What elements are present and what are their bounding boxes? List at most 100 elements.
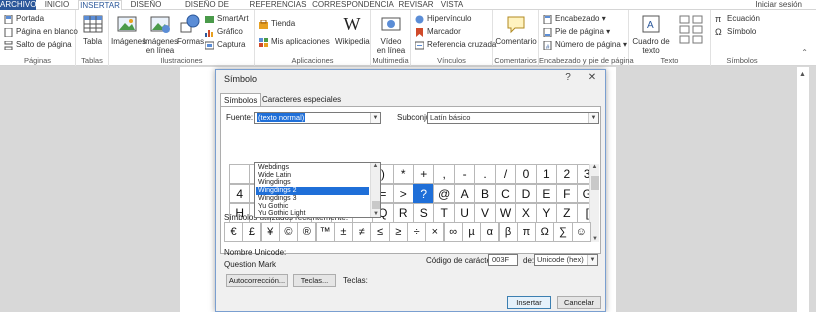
collapse-ribbon-icon[interactable]: ⌃ xyxy=(801,48,808,57)
recent-symbol-cell[interactable]: α xyxy=(480,222,500,242)
blank-page-button[interactable]: Página en blanco xyxy=(4,26,78,38)
cancel-button[interactable]: Cancelar xyxy=(557,296,601,309)
signin-link[interactable]: Iniciar sesión xyxy=(755,0,802,10)
store-button[interactable]: Tienda xyxy=(259,18,295,30)
recent-symbol-cell[interactable]: ÷ xyxy=(407,222,427,242)
online-video-button[interactable]: Vídeo en línea xyxy=(374,13,408,55)
symbol-cell[interactable]: + xyxy=(413,164,435,184)
my-apps-button[interactable]: Mis aplicaciones xyxy=(259,36,330,48)
symbol-cell[interactable]: D xyxy=(515,183,537,203)
font-option[interactable]: Yu Gothic Light xyxy=(256,210,369,218)
recent-symbol-cell[interactable]: ≥ xyxy=(388,222,408,242)
autocorrect-button[interactable]: Autocorrección... xyxy=(226,274,288,287)
font-combo[interactable]: (texto normal) ▼ xyxy=(254,112,381,124)
pictures-button[interactable]: Imágenes xyxy=(111,13,146,46)
chevron-down-icon[interactable]: ▼ xyxy=(588,113,598,123)
online-pictures-button[interactable]: Imágenes en línea xyxy=(143,13,178,55)
recent-symbol-cell[interactable]: ± xyxy=(333,222,353,242)
font-dropdown-scrollbar[interactable]: ▲ ▼ xyxy=(370,163,380,217)
symbol-cell[interactable] xyxy=(229,164,251,184)
symbol-cell[interactable]: S xyxy=(413,203,435,223)
symbol-cell[interactable]: 4 xyxy=(229,183,251,203)
cross-reference-button[interactable]: Referencia cruzada xyxy=(414,39,496,51)
smartart-button[interactable]: SmartArt xyxy=(205,13,249,25)
recent-symbol-cell[interactable]: × xyxy=(425,222,445,242)
recent-symbol-cell[interactable]: Ω xyxy=(535,222,555,242)
symbol-cell[interactable]: - xyxy=(453,164,476,184)
shapes-button[interactable]: Formas xyxy=(177,13,204,46)
comment-button[interactable]: Comentario xyxy=(495,13,537,46)
portada-button[interactable]: Portada xyxy=(4,13,44,25)
hyperlink-button[interactable]: Hipervínculo xyxy=(415,13,471,25)
chevron-down-icon[interactable]: ▼ xyxy=(587,255,597,265)
footer-button[interactable]: Pie de página ▾ xyxy=(543,26,610,38)
symbol-cell[interactable]: 2 xyxy=(556,164,578,184)
tab-correspondencia[interactable]: CORRESPONDENCIA xyxy=(312,0,394,10)
equation-button[interactable]: π Ecuación xyxy=(715,13,760,25)
scroll-down-icon[interactable]: ▼ xyxy=(590,236,600,242)
text-box-button[interactable]: A Cuadro de texto xyxy=(631,13,671,55)
table-button[interactable]: Tabla xyxy=(80,13,105,46)
recent-symbol-cell[interactable]: € xyxy=(224,222,244,242)
scroll-up-icon[interactable]: ▲ xyxy=(799,71,807,79)
tab-referencias[interactable]: REFERENCIAS xyxy=(248,0,308,10)
recent-symbol-cell[interactable]: π xyxy=(516,222,536,242)
symbol-cell[interactable]: Z xyxy=(556,203,578,223)
symbol-cell[interactable]: > xyxy=(392,183,414,203)
chevron-down-icon[interactable]: ▼ xyxy=(370,113,380,123)
symbol-cell[interactable]: R xyxy=(392,203,414,223)
recent-symbol-cell[interactable]: ≤ xyxy=(370,222,390,242)
symbol-cell[interactable]: Y xyxy=(535,203,558,223)
tab-diseno[interactable]: DISEÑO xyxy=(126,0,166,10)
symbol-button[interactable]: Ω Símbolo xyxy=(715,26,756,38)
tab-vista[interactable]: VISTA xyxy=(438,0,466,10)
symbol-cell[interactable]: W xyxy=(494,203,517,223)
wikipedia-button[interactable]: W Wikipedia xyxy=(335,13,370,46)
tab-diseno-pagina[interactable]: DISEÑO DE PÁGINA xyxy=(170,0,244,19)
symbol-cell[interactable]: E xyxy=(535,183,558,203)
header-button[interactable]: Encabezado ▾ xyxy=(543,13,606,25)
recent-symbol-cell[interactable]: β xyxy=(498,222,518,242)
close-button[interactable]: ✕ xyxy=(585,72,599,83)
recent-symbol-cell[interactable]: ∞ xyxy=(443,222,463,242)
tab-inicio[interactable]: INICIO xyxy=(40,0,74,10)
insert-button[interactable]: Insertar xyxy=(507,296,551,309)
symbol-cell[interactable]: V xyxy=(474,203,496,223)
tab-revisar[interactable]: REVISAR xyxy=(398,0,434,10)
recent-symbol-cell[interactable]: ® xyxy=(297,222,317,242)
scroll-down-icon[interactable]: ▼ xyxy=(371,211,381,217)
tab-archivo[interactable]: ARCHIVO xyxy=(0,0,36,10)
from-combo[interactable]: Unicode (hex) ▼ xyxy=(534,254,598,266)
scroll-thumb[interactable] xyxy=(591,176,599,190)
recent-symbol-cell[interactable]: ☺ xyxy=(571,222,591,242)
help-button[interactable]: ? xyxy=(561,72,575,83)
document-vertical-scrollbar[interactable]: ▲ xyxy=(797,67,809,312)
symbol-cell[interactable]: T xyxy=(433,203,455,223)
recent-symbol-cell[interactable]: £ xyxy=(242,222,262,242)
page-break-button[interactable]: Salto de página xyxy=(4,39,72,51)
symbol-cell[interactable]: C xyxy=(494,183,517,203)
recent-symbol-cell[interactable]: ™ xyxy=(315,222,335,242)
shortcut-key-button[interactable]: Teclas... xyxy=(293,274,336,287)
recent-symbol-cell[interactable]: © xyxy=(278,222,299,242)
symbol-cell[interactable]: , xyxy=(433,164,455,184)
recent-symbol-cell[interactable]: µ xyxy=(461,222,482,242)
symbol-cell[interactable]: / xyxy=(494,164,517,184)
symbol-cell[interactable]: X xyxy=(515,203,537,223)
symbol-cell[interactable]: A xyxy=(453,183,476,203)
scroll-up-icon[interactable]: ▲ xyxy=(371,163,380,169)
symbol-cell[interactable]: F xyxy=(556,183,578,203)
symbol-cell[interactable]: . xyxy=(474,164,496,184)
symbol-cell[interactable]: ? xyxy=(413,183,435,203)
tab-caracteres-especiales[interactable]: Caracteres especiales xyxy=(259,93,344,106)
symbol-cell[interactable]: B xyxy=(474,183,496,203)
recent-symbol-cell[interactable]: ¥ xyxy=(260,222,280,242)
scroll-thumb[interactable] xyxy=(372,201,380,209)
symbol-cell[interactable]: U xyxy=(453,203,476,223)
tab-simbolos[interactable]: Símbolos xyxy=(220,93,262,107)
chart-button[interactable]: Gráfico xyxy=(205,26,243,38)
symbol-cell[interactable]: 0 xyxy=(515,164,537,184)
subset-combo[interactable]: Latín básico ▼ xyxy=(427,112,599,124)
symbol-cell[interactable]: @ xyxy=(433,183,455,203)
page-number-button[interactable]: # Número de página ▾ xyxy=(543,39,627,51)
